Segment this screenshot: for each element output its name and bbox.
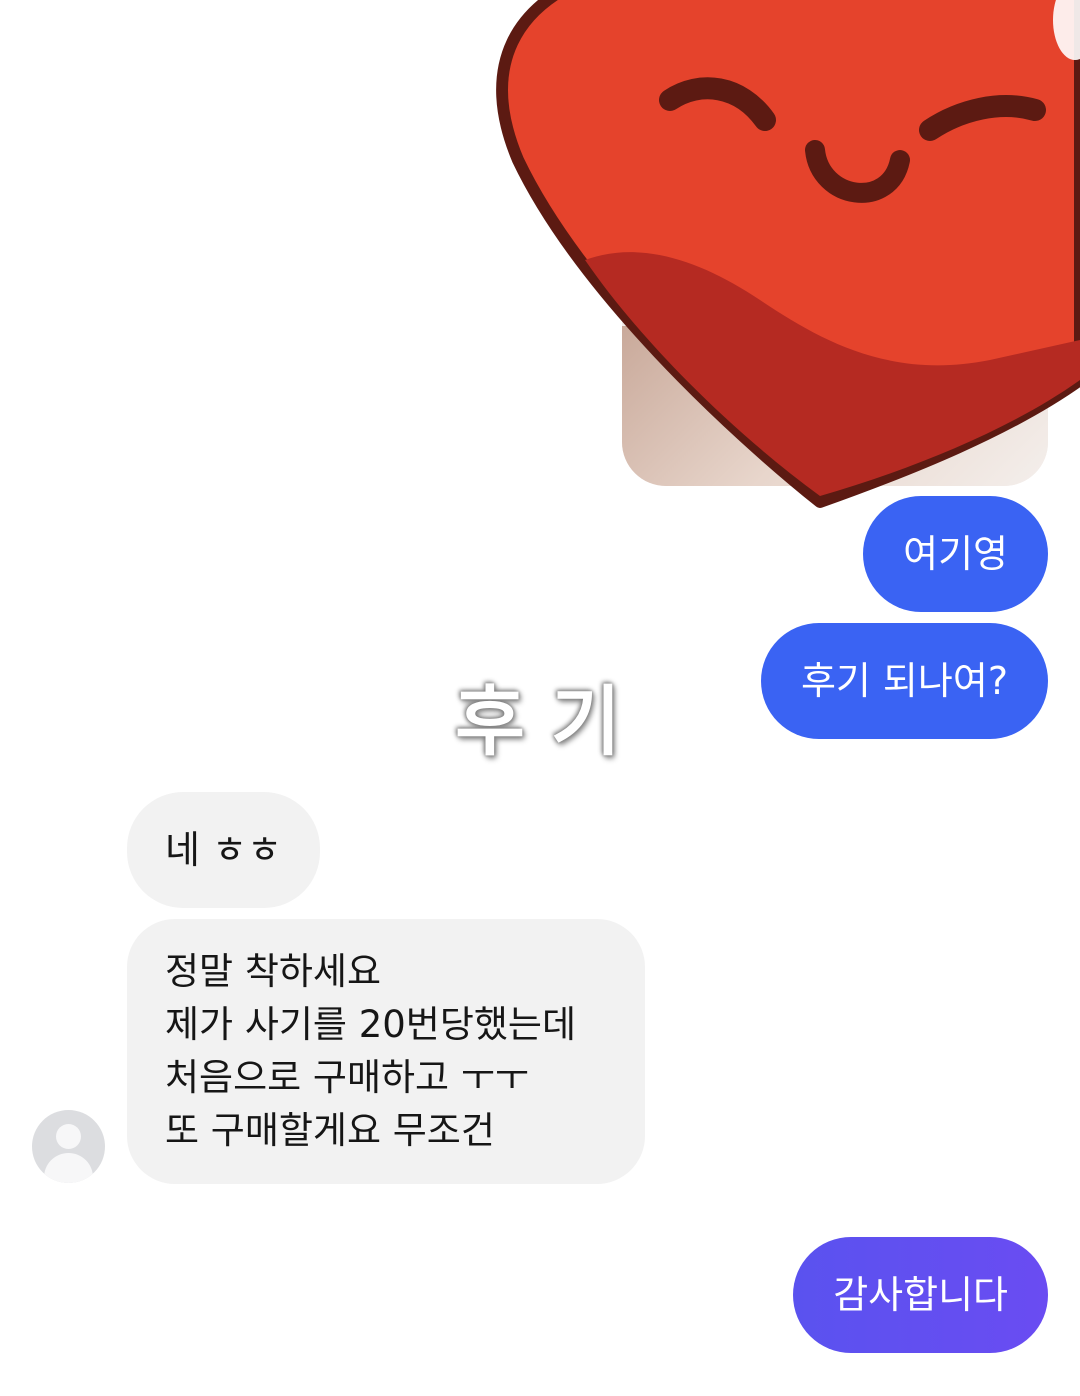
message-bubble-sent[interactable]: 여기영 [863, 496, 1048, 612]
message-bubble-received[interactable]: 정말 착하세요 제가 사기를 20번당했는데 처음으로 구매하고 ㅜㅜ 또 구매… [127, 919, 645, 1184]
avatar-head [56, 1124, 81, 1149]
message-bubble-sent[interactable]: 후기 되나여? [760, 623, 1048, 739]
message-bubble-received[interactable]: 네 ㅎㅎ [127, 792, 320, 908]
avatar-body [44, 1153, 93, 1183]
message-bubble-sent[interactable]: 감사합니다 [793, 1237, 1048, 1353]
review-caption-overlay: 후기 [455, 677, 647, 766]
heart-face-sticker-icon [496, 0, 1080, 508]
default-user-icon[interactable] [32, 1110, 105, 1183]
chat-area: 여기영 후기 되나여? 후기 네 ㅎㅎ 정말 착하세요 제가 사기를 20번당했… [0, 0, 1080, 1396]
